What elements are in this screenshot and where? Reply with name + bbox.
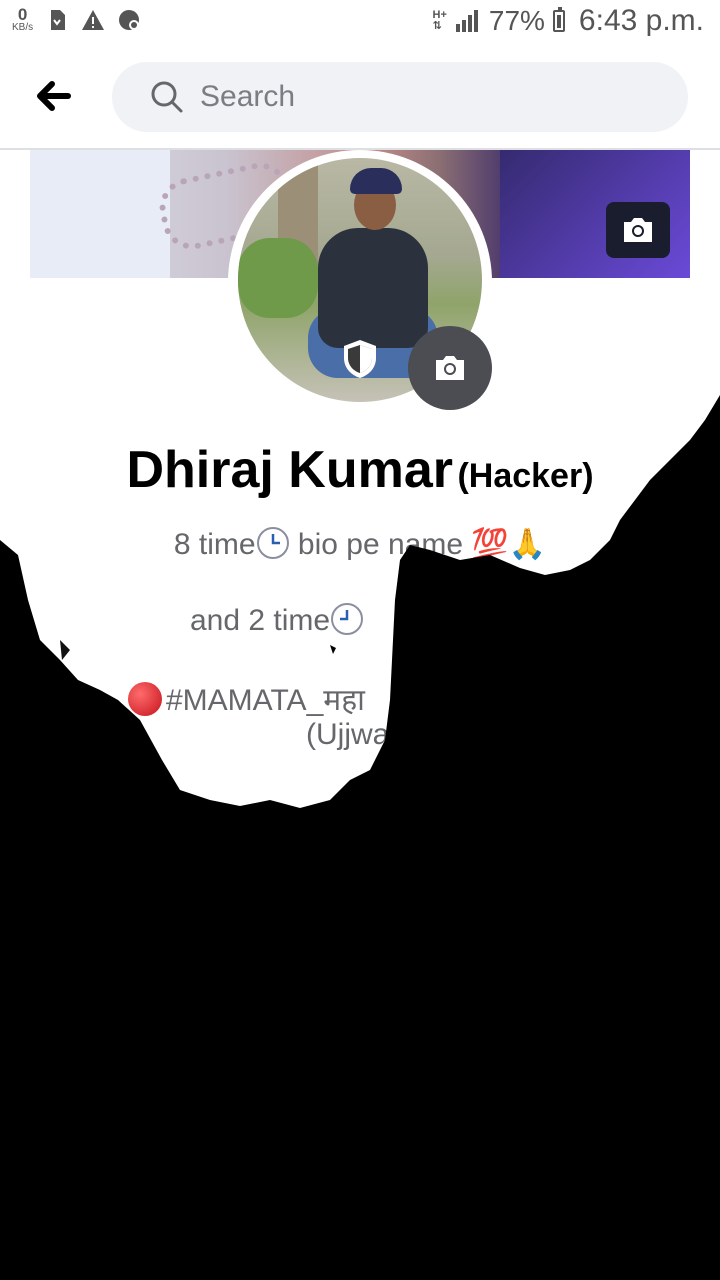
data-rate-value: 0 [17,5,28,24]
bio-line-2: and 2 time [190,602,364,638]
arrow-left-icon [37,81,71,111]
search-header [0,44,720,150]
status-bar: 0 KB/s H+ ⇅ 77% 6:43 p.m. [0,0,720,44]
photo-grass [238,238,318,318]
bio-line-1-text-b: bio pe name [289,528,472,561]
bio-line-3-text: #MAMATA_महा [166,684,365,717]
photo-person-body [318,228,428,348]
clock-time: 6:43 p.m. [578,4,704,37]
status-right: H+ ⇅ 77% 6:43 p.m. [433,4,705,38]
bio-line-1-emoji: 💯🙏 [471,528,547,561]
photo-person-hair [350,168,402,194]
camera-icon [624,218,652,242]
warning-icon [82,9,105,30]
messenger-icon [119,9,140,30]
battery-icon [552,7,565,32]
clock-icon [331,603,364,635]
red-circle-icon [128,682,162,716]
data-rate-unit: KB/s [12,22,34,33]
shield-icon [344,340,376,378]
bio-line-4: (Ujjwa [306,718,390,751]
camera-icon [436,356,464,380]
clock-icon [256,527,289,559]
data-rate: 0 KB/s [12,6,33,33]
bio-line-2-text: and 2 time [190,604,331,637]
sd-card-icon [51,9,66,30]
cover-camera-button[interactable] [606,202,670,258]
battery-percent: 77% [488,5,545,36]
signal-icon [455,10,478,32]
cover-photo-region [30,150,170,278]
profile-name-text: Dhiraj Kumar [126,441,453,499]
profile-camera-button[interactable] [408,326,492,410]
bio-line-1-text: 8 time [173,528,256,561]
back-button[interactable] [30,74,78,118]
search-input[interactable] [198,79,642,115]
profile-name-tag: (Hacker) [457,457,594,495]
status-left: 0 KB/s [12,6,141,33]
bio-line-3: #MAMATA_महा [128,678,365,719]
search-icon [151,81,183,113]
profile-name: Dhiraj Kumar (Hacker) [0,440,720,500]
bio-line-1: 8 time bio pe name 💯🙏 [0,526,720,562]
network-type-icon: H+ ⇅ [432,9,447,32]
search-bar[interactable] [112,62,688,132]
